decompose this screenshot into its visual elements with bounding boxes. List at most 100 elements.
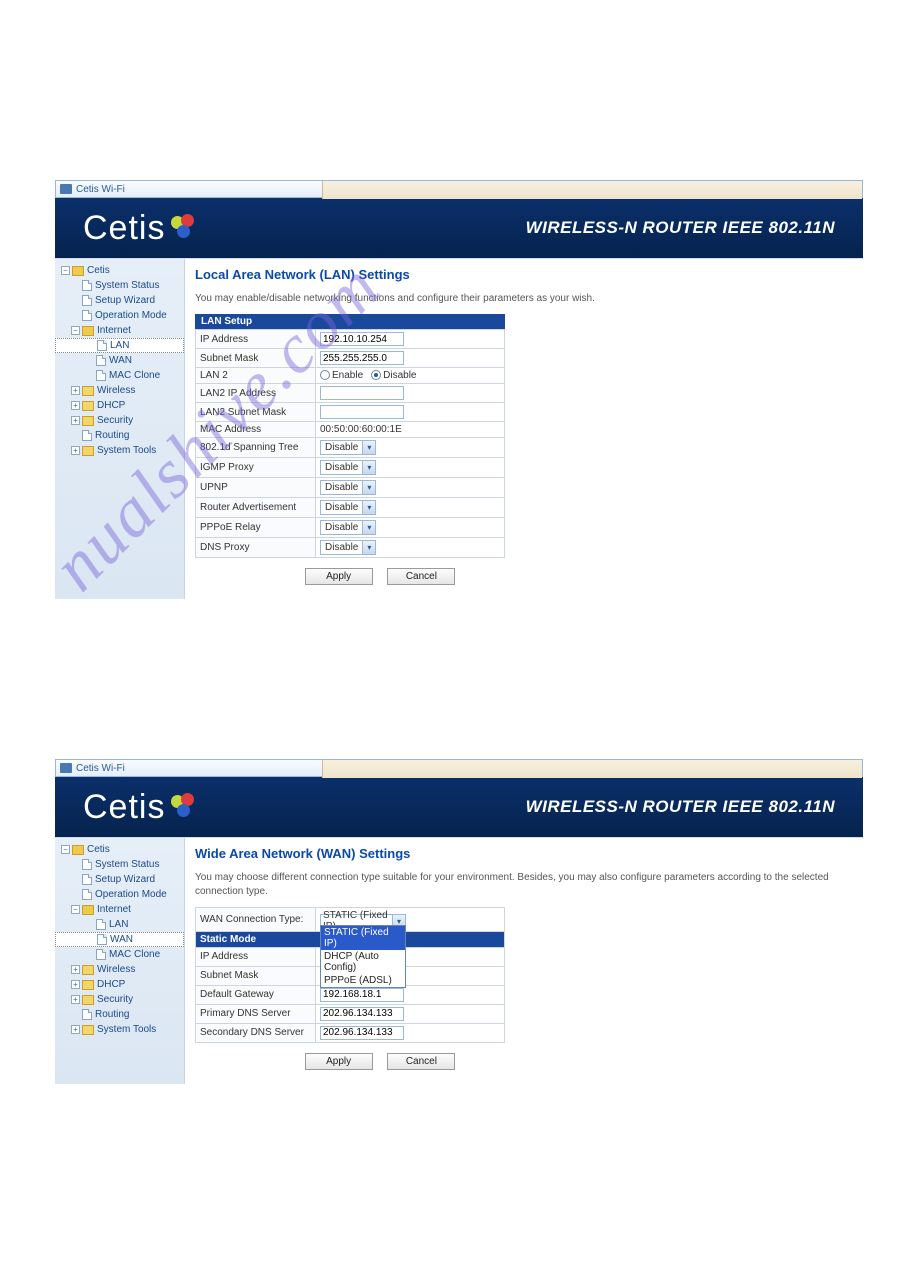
- tree-item-label[interactable]: Setup Wizard: [95, 873, 155, 886]
- tree-root-label[interactable]: Cetis: [87, 264, 110, 277]
- tree-item[interactable]: MAC Clone: [55, 368, 184, 383]
- tree-item[interactable]: LAN: [55, 338, 184, 353]
- text-input[interactable]: [320, 405, 404, 419]
- apply-button[interactable]: Apply: [305, 568, 373, 585]
- dropdown-option[interactable]: STATIC (Fixed IP): [321, 926, 405, 950]
- tree-item[interactable]: + System Tools: [55, 443, 184, 458]
- app-icon: [60, 763, 72, 773]
- expand-icon[interactable]: +: [71, 416, 80, 425]
- tree-root-label[interactable]: Cetis: [87, 843, 110, 856]
- collapse-icon[interactable]: −: [71, 326, 80, 335]
- apply-button[interactable]: Apply: [305, 1053, 373, 1070]
- select-field[interactable]: Disable▾: [320, 460, 376, 475]
- expand-icon[interactable]: +: [71, 386, 80, 395]
- chevron-down-icon[interactable]: ▾: [362, 481, 375, 494]
- tree-item-label[interactable]: System Tools: [97, 444, 156, 457]
- tree-item-label[interactable]: Internet: [97, 903, 131, 916]
- tree-item[interactable]: Setup Wizard: [55, 293, 184, 308]
- expand-icon[interactable]: +: [71, 980, 80, 989]
- tree-item[interactable]: − Internet: [55, 902, 184, 917]
- text-input[interactable]: [320, 1026, 404, 1040]
- tree-item-label[interactable]: Wireless: [97, 384, 135, 397]
- tree-item[interactable]: System Status: [55, 857, 184, 872]
- chevron-down-icon[interactable]: ▾: [362, 501, 375, 514]
- expand-icon[interactable]: +: [71, 446, 80, 455]
- tree-item[interactable]: + Security: [55, 992, 184, 1007]
- tree-item-label[interactable]: System Tools: [97, 1023, 156, 1036]
- tree-root[interactable]: − Cetis: [55, 263, 184, 278]
- tree-item-label[interactable]: MAC Clone: [109, 369, 160, 382]
- tree-item[interactable]: + Wireless: [55, 383, 184, 398]
- tree-item-label[interactable]: MAC Clone: [109, 948, 160, 961]
- tree-item-label[interactable]: Internet: [97, 324, 131, 337]
- tree-item-label[interactable]: WAN: [110, 933, 133, 946]
- collapse-icon[interactable]: −: [71, 905, 80, 914]
- tree-item[interactable]: System Status: [55, 278, 184, 293]
- chevron-down-icon[interactable]: ▾: [362, 541, 375, 554]
- field-label: Router Advertisement: [196, 498, 316, 518]
- tree-item-label[interactable]: Setup Wizard: [95, 294, 155, 307]
- tree-item[interactable]: Routing: [55, 428, 184, 443]
- tree-item-label[interactable]: Routing: [95, 1008, 129, 1021]
- select-field[interactable]: Disable▾: [320, 500, 376, 515]
- chevron-down-icon[interactable]: ▾: [362, 461, 375, 474]
- tree-item-label[interactable]: Wireless: [97, 963, 135, 976]
- tree-item[interactable]: Operation Mode: [55, 887, 184, 902]
- tree-root[interactable]: − Cetis: [55, 842, 184, 857]
- tree-item-label[interactable]: LAN: [109, 918, 128, 931]
- conn-type-dropdown[interactable]: STATIC (Fixed IP) ▾ STATIC (Fixed IP) DH…: [320, 910, 500, 929]
- tree-item[interactable]: WAN: [55, 353, 184, 368]
- tree-item-label[interactable]: System Status: [95, 858, 159, 871]
- select-field[interactable]: Disable▾: [320, 440, 376, 455]
- tree-item[interactable]: WAN: [55, 932, 184, 947]
- tree-item[interactable]: Operation Mode: [55, 308, 184, 323]
- select-field[interactable]: Disable▾: [320, 540, 376, 555]
- text-input[interactable]: [320, 386, 404, 400]
- tree-item-label[interactable]: Security: [97, 414, 133, 427]
- tree-item[interactable]: + Security: [55, 413, 184, 428]
- dropdown-option[interactable]: PPPoE (ADSL): [321, 974, 405, 987]
- radio-option[interactable]: Enable: [320, 370, 363, 381]
- tree-item-label[interactable]: Operation Mode: [95, 309, 167, 322]
- chevron-down-icon[interactable]: ▾: [362, 521, 375, 534]
- tree-item[interactable]: + System Tools: [55, 1022, 184, 1037]
- tree-item[interactable]: Setup Wizard: [55, 872, 184, 887]
- tree-item[interactable]: LAN: [55, 917, 184, 932]
- collapse-icon[interactable]: −: [61, 266, 70, 275]
- conn-type-label: WAN Connection Type:: [196, 908, 316, 932]
- tree-item-label[interactable]: LAN: [110, 339, 129, 352]
- cancel-button[interactable]: Cancel: [387, 1053, 455, 1070]
- dropdown-option[interactable]: DHCP (Auto Config): [321, 950, 405, 974]
- expand-icon[interactable]: +: [71, 401, 80, 410]
- page-description: You may choose different connection type…: [195, 871, 853, 899]
- tree-item[interactable]: − Internet: [55, 323, 184, 338]
- text-input[interactable]: [320, 1007, 404, 1021]
- text-input[interactable]: [320, 988, 404, 1002]
- radio-option[interactable]: Disable: [371, 370, 416, 381]
- select-field[interactable]: Disable▾: [320, 480, 376, 495]
- text-input[interactable]: [320, 351, 404, 365]
- tree-item-label[interactable]: DHCP: [97, 978, 125, 991]
- tree-item-label[interactable]: WAN: [109, 354, 132, 367]
- folder-icon: [82, 1025, 94, 1035]
- expand-icon[interactable]: +: [71, 1025, 80, 1034]
- tree-item-label[interactable]: Routing: [95, 429, 129, 442]
- tree-item-label[interactable]: Operation Mode: [95, 888, 167, 901]
- folder-icon: [82, 326, 94, 336]
- tree-item[interactable]: + Wireless: [55, 962, 184, 977]
- collapse-icon[interactable]: −: [61, 845, 70, 854]
- expand-icon[interactable]: +: [71, 965, 80, 974]
- tree-item-label[interactable]: System Status: [95, 279, 159, 292]
- tree-item[interactable]: MAC Clone: [55, 947, 184, 962]
- select-field[interactable]: Disable▾: [320, 520, 376, 535]
- text-input[interactable]: [320, 332, 404, 346]
- page-title: Local Area Network (LAN) Settings: [195, 267, 853, 282]
- tree-item-label[interactable]: Security: [97, 993, 133, 1006]
- expand-icon[interactable]: +: [71, 995, 80, 1004]
- cancel-button[interactable]: Cancel: [387, 568, 455, 585]
- tree-item-label[interactable]: DHCP: [97, 399, 125, 412]
- chevron-down-icon[interactable]: ▾: [362, 441, 375, 454]
- tree-item[interactable]: Routing: [55, 1007, 184, 1022]
- tree-item[interactable]: + DHCP: [55, 398, 184, 413]
- tree-item[interactable]: + DHCP: [55, 977, 184, 992]
